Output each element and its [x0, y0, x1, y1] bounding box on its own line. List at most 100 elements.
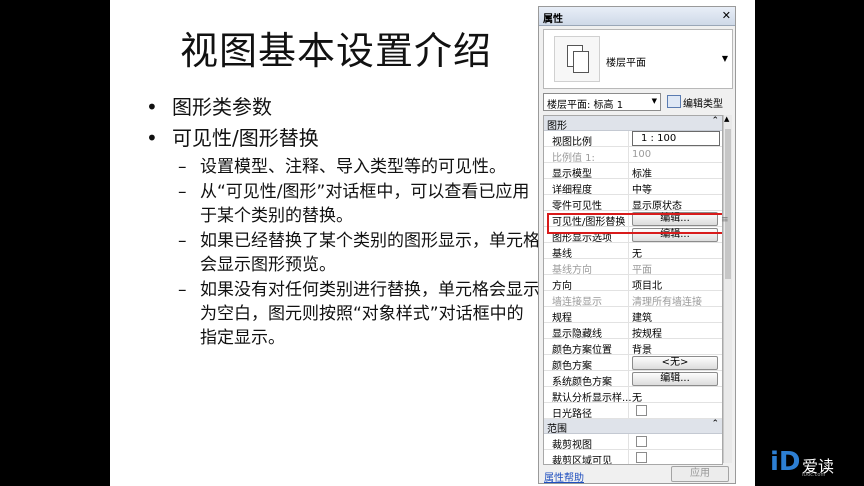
dash-icon: –: [178, 157, 187, 177]
slide-title: 视图基本设置介绍: [180, 29, 493, 73]
property-row-system-color-schemes: 系统颜色方案 编辑...: [544, 371, 722, 388]
sub-bullet-text: 设置模型、注释、导入类型等的可见性。: [200, 157, 506, 177]
sub-bullet-item: – 从“可见性/图形”对话框中，可以查看已应用于某个类别的替换。: [142, 180, 542, 228]
system-color-scheme-edit-button[interactable]: 编辑...: [632, 372, 718, 386]
property-row-default-analysis-display[interactable]: 默认分析显示样... 无: [544, 387, 722, 404]
properties-grid: 图形 ⌃ 视图比例 1 : 100 比例值 1: 100 显示模型 标准 详细程…: [543, 115, 723, 465]
collapse-icon[interactable]: ⌃: [711, 116, 719, 126]
edit-type-label: 编辑类型: [683, 99, 723, 110]
chevron-down-icon[interactable]: ▼: [722, 54, 728, 63]
resize-grip-icon[interactable]: ≡: [721, 215, 729, 225]
bullet-list: • 图形类参数 • 可见性/图形替换 – 设置模型、注释、导入类型等的可见性。 – 从“…: [142, 92, 542, 350]
property-value[interactable]: 标准: [632, 165, 652, 180]
property-label: 基线: [552, 249, 572, 260]
property-value[interactable]: 无: [632, 245, 642, 260]
bullet-dot-icon: •: [146, 126, 158, 150]
property-row-wall-join-display: 墙连接显示 清理所有墙连接: [544, 291, 722, 308]
property-label: 颜色方案位置: [552, 345, 612, 356]
property-label: 详细程度: [552, 185, 592, 196]
property-label: 日光路径: [552, 409, 592, 420]
floor-plan-icon: [554, 36, 600, 82]
sub-bullet-item: – 如果没有对任何类别进行替换，单元格会显示为空白，图元则按照“对象样式”对话框中…: [142, 278, 542, 350]
view-scale-value: 1 : 100: [641, 133, 677, 144]
sub-bullet-item: – 设置模型、注释、导入类型等的可见性。: [142, 155, 542, 179]
property-row-show-hidden-lines[interactable]: 显示隐藏线 按规程: [544, 323, 722, 340]
dash-icon: –: [178, 280, 187, 300]
instance-filter-dropdown[interactable]: 楼层平面: 标高 1 ▼: [543, 93, 661, 111]
property-label: 显示隐藏线: [552, 329, 602, 340]
dash-icon: –: [178, 231, 187, 251]
property-row-view-scale: 视图比例 1 : 100: [544, 131, 722, 148]
property-value: 100: [632, 149, 652, 160]
apply-button[interactable]: 应用: [671, 466, 729, 482]
property-label: 规程: [552, 313, 572, 324]
bullet-dot-icon: •: [146, 95, 158, 119]
property-label: 颜色方案: [552, 361, 592, 372]
property-value[interactable]: 显示原状态: [632, 197, 682, 212]
sub-bullet-item: – 如果已经替换了某个类别的图形显示，单元格会显示图形预览。: [142, 229, 542, 277]
property-value: 平面: [632, 265, 652, 276]
scrollbar[interactable]: ▲: [723, 115, 732, 463]
color-scheme-button[interactable]: <无>: [632, 356, 718, 370]
dash-icon: –: [178, 182, 187, 202]
bullet-text: 图形类参数: [172, 95, 272, 119]
property-value[interactable]: 建筑: [632, 309, 652, 324]
bullet-text: 可见性/图形替换: [172, 126, 319, 150]
property-row-scale-value: 比例值 1: 100: [544, 147, 722, 164]
logo-sub: iDoc.com: [802, 472, 826, 478]
property-row-crop-region-visible: 裁剪区域可见: [544, 450, 722, 465]
sun-path-checkbox[interactable]: [636, 405, 647, 416]
palette-title: 属性: [543, 14, 563, 25]
scroll-up-icon[interactable]: ▲: [724, 115, 729, 123]
scrollbar-thumb[interactable]: [725, 129, 731, 279]
property-value[interactable]: 项目北: [632, 277, 662, 292]
crop-region-checkbox[interactable]: [636, 452, 647, 463]
property-row-discipline[interactable]: 规程 建筑: [544, 307, 722, 324]
group-header-graphics[interactable]: 图形 ⌃: [544, 116, 722, 132]
bullet-item: • 图形类参数: [142, 92, 542, 123]
property-label: 比例值 1:: [552, 153, 595, 164]
sub-bullet-text: 从“可见性/图形”对话框中，可以查看已应用于某个类别的替换。: [200, 182, 530, 226]
property-label: 显示模型: [552, 169, 592, 180]
property-row-underlay[interactable]: 基线 无: [544, 243, 722, 260]
property-label: 视图比例: [552, 137, 592, 148]
type-name: 楼层平面: [606, 58, 646, 69]
collapse-icon[interactable]: ⌃: [711, 419, 719, 429]
type-selector[interactable]: 楼层平面 ▼: [543, 29, 733, 89]
property-value[interactable]: 按规程: [632, 325, 662, 340]
property-row-sun-path: 日光路径: [544, 403, 722, 420]
properties-help-link[interactable]: 属性帮助: [544, 469, 584, 483]
group-label: 范围: [547, 424, 567, 435]
property-value[interactable]: 无: [632, 389, 642, 404]
brand-logo: iD 爱读 iDoc.com: [770, 448, 860, 478]
crop-view-checkbox[interactable]: [636, 436, 647, 447]
property-label: 系统颜色方案: [552, 377, 612, 388]
property-row-detail-level[interactable]: 详细程度 中等: [544, 179, 722, 196]
property-row-display-model[interactable]: 显示模型 标准: [544, 163, 722, 180]
palette-header: 属性 ✕: [539, 7, 735, 26]
logo-mark: iD: [770, 447, 801, 477]
property-value[interactable]: 中等: [632, 181, 652, 196]
property-row-underlay-orientation: 基线方向 平面: [544, 259, 722, 276]
group-label: 图形: [547, 121, 567, 132]
sub-bullet-text: 如果已经替换了某个类别的图形显示，单元格会显示图形预览。: [200, 231, 540, 275]
property-label: 默认分析显示样...: [552, 393, 632, 404]
property-row-crop-view: 裁剪视图: [544, 434, 722, 451]
instance-filter-value: 楼层平面: 标高 1: [547, 100, 624, 111]
property-row-parts-visibility[interactable]: 零件可见性 显示原状态: [544, 195, 722, 212]
property-label: 墙连接显示: [552, 297, 602, 308]
property-label: 方向: [552, 281, 572, 292]
property-label: 零件可见性: [552, 201, 602, 212]
property-label: 裁剪区域可见: [552, 456, 612, 465]
property-value[interactable]: 背景: [632, 341, 652, 356]
group-header-extents[interactable]: 范围 ⌃: [544, 419, 722, 435]
properties-palette: 属性 ✕ 楼层平面 ▼ 楼层平面: 标高 1 ▼ 编辑类型 图形 ⌃ 视图比例 …: [538, 6, 736, 484]
property-row-color-scheme-location[interactable]: 颜色方案位置 背景: [544, 339, 722, 356]
property-row-orientation[interactable]: 方向 项目北: [544, 275, 722, 292]
property-label: 裁剪视图: [552, 440, 592, 451]
close-icon[interactable]: ✕: [722, 9, 731, 22]
view-scale-input[interactable]: 1 : 100: [632, 131, 720, 146]
property-value: 清理所有墙连接: [632, 297, 702, 308]
property-row-color-scheme: 颜色方案 <无>: [544, 355, 722, 372]
edit-type-icon: [667, 95, 681, 108]
